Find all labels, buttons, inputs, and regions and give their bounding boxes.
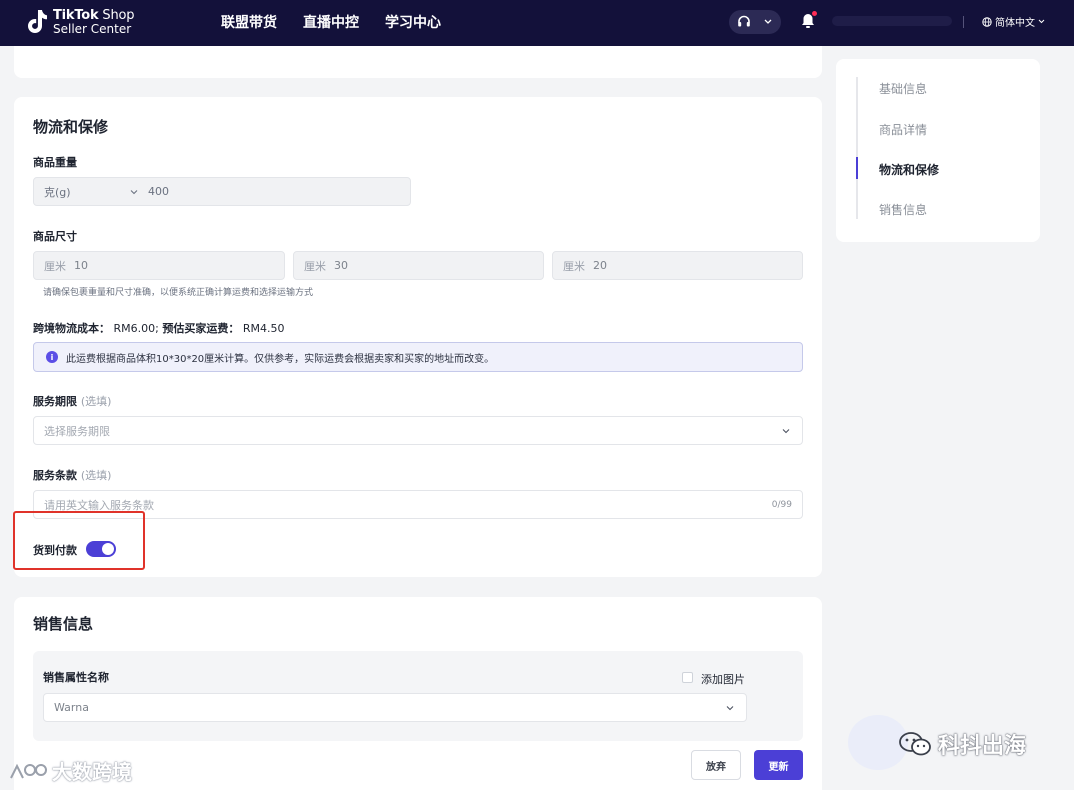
- section-anchor-nav: [836, 59, 1040, 242]
- globe-icon: [982, 16, 992, 27]
- chevron-down-icon: [1038, 19, 1045, 24]
- anchor-product-details[interactable]: 商品详情: [879, 121, 927, 138]
- logo-shop: Shop: [98, 8, 135, 23]
- shipping-notice-text: 此运费根据商品体积10*30*20厘米计算。仅供参考，实际运费会根据卖家和买家的…: [66, 353, 495, 365]
- language-selector[interactable]: 简体中文: [982, 14, 1045, 29]
- add-image-label: 添加图片: [701, 673, 745, 686]
- anchor-sales-info[interactable]: 销售信息: [879, 201, 927, 218]
- anchor-logistics[interactable]: 物流和保修: [879, 161, 939, 178]
- height-unit: 厘米: [563, 259, 585, 273]
- watermark-left-text: 大数跨境: [52, 760, 132, 784]
- shipping-cost-summary: 跨境物流成本： RM6.00; 预估买家运费： RM4.50: [33, 320, 284, 336]
- watermark-left: 大数跨境: [8, 756, 132, 785]
- headset-icon: [738, 15, 750, 27]
- logo-brand: TikTok: [53, 8, 99, 23]
- section-title-sales: 销售信息: [33, 615, 94, 633]
- chevron-down-icon: [782, 429, 790, 434]
- width-unit: 厘米: [304, 259, 326, 273]
- shipping-notice: i 此运费根据商品体积10*30*20厘米计算。仅供参考，实际运费会根据卖家和买…: [33, 342, 803, 372]
- char-counter: 0/99: [771, 499, 792, 510]
- chevron-down-icon: [726, 706, 734, 711]
- discard-button[interactable]: 放弃: [691, 750, 741, 780]
- length-unit: 厘米: [44, 259, 66, 273]
- service-period-select[interactable]: 选择服务期限: [33, 416, 803, 445]
- weight-unit-value: 克(g): [44, 185, 71, 199]
- language-label: 简体中文: [995, 18, 1035, 29]
- weight-input[interactable]: 400: [148, 178, 169, 205]
- width-input[interactable]: 厘米 30: [293, 251, 544, 280]
- logo-subtitle: Seller Center: [53, 22, 132, 36]
- watermark-right: 科抖出海: [898, 728, 1026, 760]
- nav-divider: [963, 16, 964, 28]
- service-terms-label: 服务条款 (选填): [33, 469, 112, 482]
- chevron-down-icon: [130, 190, 138, 195]
- cost-label: 跨境物流成本：: [33, 322, 110, 335]
- attr-name-select[interactable]: Warna: [43, 693, 747, 722]
- nav-live-control[interactable]: 直播中控: [303, 12, 359, 32]
- size-hint: 请确保包裹重量和尺寸准确，以便系统正确计算运费和选择运输方式: [43, 288, 314, 298]
- buyer-fee-value: RM4.50: [242, 322, 285, 335]
- anchor-track: [856, 77, 858, 219]
- anchor-active-indicator: [856, 157, 858, 179]
- service-period-placeholder: 选择服务期限: [44, 424, 110, 438]
- info-icon: i: [46, 351, 58, 363]
- account-name-area[interactable]: [832, 16, 952, 26]
- buyer-fee-label: 预估买家运费：: [162, 322, 240, 335]
- length-value: 10: [74, 259, 88, 272]
- anchor-basic-info[interactable]: 基础信息: [879, 80, 927, 97]
- customer-support-button[interactable]: [729, 10, 781, 34]
- nav-affiliate[interactable]: 联盟带货: [221, 12, 277, 32]
- height-value: 20: [593, 259, 607, 272]
- basic-info-card-tail: [14, 46, 822, 78]
- tiktok-shop-logo[interactable]: TikTok Shop Seller Center: [26, 7, 136, 39]
- highlight-box: [13, 511, 145, 570]
- section-title-logistics: 物流和保修: [33, 118, 109, 136]
- cost-value: RM6.00;: [113, 322, 159, 335]
- nav-learning-center[interactable]: 学习中心: [385, 12, 441, 32]
- tiktok-logo-icon: [28, 10, 47, 33]
- size-label: 商品尺寸: [33, 230, 77, 243]
- update-button[interactable]: 更新: [754, 750, 803, 780]
- weight-unit-select[interactable]: 克(g): [34, 178, 144, 205]
- height-input[interactable]: 厘米 20: [552, 251, 803, 280]
- attr-name-label: 销售属性名称: [43, 671, 109, 684]
- chevron-down-icon: [764, 19, 772, 24]
- wechat-icon: [899, 732, 931, 756]
- add-image-checkbox[interactable]: [682, 672, 693, 683]
- length-input[interactable]: 厘米 10: [33, 251, 285, 280]
- attr-name-value: Warna: [54, 701, 89, 714]
- weight-label: 商品重量: [33, 156, 77, 169]
- weight-field: 克(g) 400: [33, 177, 411, 206]
- service-period-label: 服务期限 (选填): [33, 395, 112, 408]
- width-value: 30: [334, 259, 348, 272]
- top-navigation-bar: TikTok Shop Seller Center 联盟带货 直播中控 学习中心…: [0, 0, 1074, 46]
- service-terms-input[interactable]: 请用英文输入服务条款 0/99: [33, 490, 803, 519]
- watermark-right-text: 科抖出海: [938, 734, 1027, 759]
- watermark-logo-icon: [10, 763, 47, 778]
- notification-badge: [812, 11, 817, 16]
